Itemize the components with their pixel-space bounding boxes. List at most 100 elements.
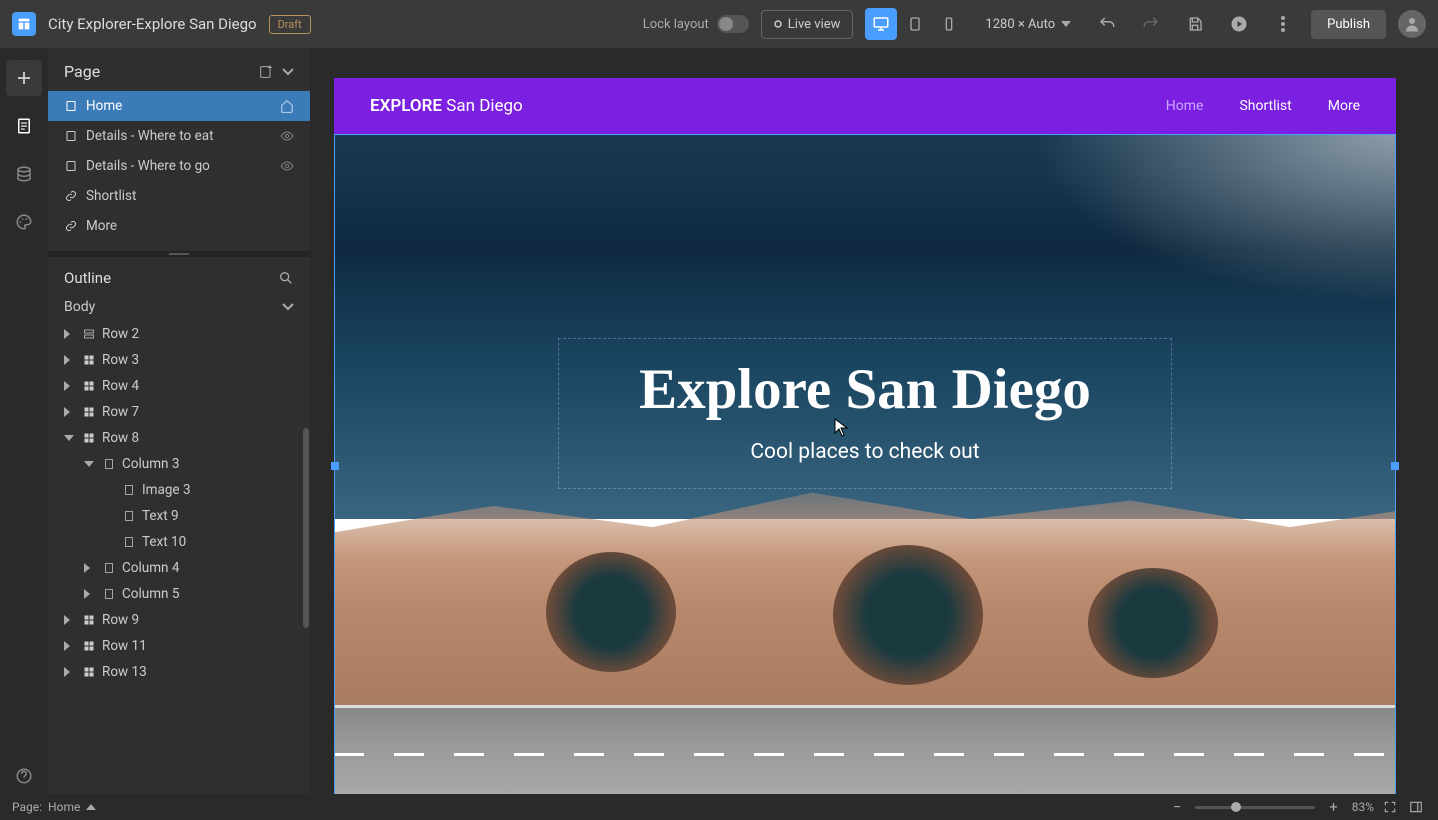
outline-item[interactable]: Row 11 bbox=[48, 633, 310, 659]
chevron-icon[interactable] bbox=[84, 461, 96, 467]
panel-divider[interactable] bbox=[48, 251, 310, 257]
lock-layout-toggle[interactable] bbox=[717, 15, 749, 33]
chevron-icon[interactable] bbox=[64, 407, 76, 417]
hero-subtitle[interactable]: Cool places to check out bbox=[639, 440, 1091, 464]
redo-icon bbox=[1142, 15, 1160, 33]
play-icon bbox=[1230, 15, 1248, 33]
outline-item-label: Row 2 bbox=[102, 326, 139, 342]
expand-icon bbox=[1383, 800, 1397, 814]
publish-button[interactable]: Publish bbox=[1311, 10, 1386, 39]
add-page-button[interactable] bbox=[258, 64, 274, 80]
col-icon bbox=[102, 562, 116, 574]
zoom-out-button[interactable]: − bbox=[1169, 798, 1186, 816]
device-mobile-button[interactable] bbox=[933, 8, 965, 40]
chevron-icon[interactable] bbox=[64, 381, 76, 391]
outline-item[interactable]: Row 4 bbox=[48, 373, 310, 399]
zoom-slider[interactable] bbox=[1195, 806, 1315, 809]
outline-item[interactable]: Column 5 bbox=[48, 581, 310, 607]
site-nav-link[interactable]: Home bbox=[1166, 98, 1204, 114]
kebab-icon bbox=[1281, 16, 1285, 32]
zoom-in-button[interactable]: + bbox=[1325, 798, 1342, 816]
outline-item[interactable]: Row 8 bbox=[48, 425, 310, 451]
chevron-icon[interactable] bbox=[64, 435, 76, 441]
page-item[interactable]: More bbox=[48, 211, 310, 241]
chevron-icon[interactable] bbox=[64, 355, 76, 365]
chevron-icon[interactable] bbox=[64, 641, 76, 651]
hero-section[interactable]: Explore San Diego Cool places to check o… bbox=[334, 134, 1396, 794]
page-item[interactable]: Home bbox=[48, 91, 310, 121]
user-avatar[interactable] bbox=[1398, 10, 1426, 38]
chevron-icon[interactable] bbox=[64, 329, 76, 339]
panel-icon bbox=[1409, 800, 1423, 814]
pages-collapse-button[interactable] bbox=[282, 68, 294, 76]
save-button[interactable] bbox=[1179, 8, 1211, 40]
site-nav-link[interactable]: More bbox=[1328, 98, 1360, 114]
page-item[interactable]: Shortlist bbox=[48, 181, 310, 211]
outline-section-title: Outline bbox=[64, 269, 111, 287]
chevron-icon[interactable] bbox=[64, 615, 76, 625]
zoom-slider-thumb[interactable] bbox=[1231, 802, 1241, 812]
more-menu-button[interactable] bbox=[1267, 8, 1299, 40]
outline-item[interactable]: Text 10 bbox=[48, 529, 310, 555]
preview-button[interactable] bbox=[1223, 8, 1255, 40]
outline-body-label: Body bbox=[64, 299, 95, 315]
hidden-icon bbox=[280, 129, 294, 143]
outline-item-label: Text 9 bbox=[142, 508, 179, 524]
outline-body-header[interactable]: Body bbox=[48, 293, 310, 321]
chevron-icon[interactable] bbox=[64, 667, 76, 677]
page-icon bbox=[64, 160, 78, 172]
search-icon bbox=[278, 270, 294, 286]
hero-content[interactable]: Explore San Diego Cool places to check o… bbox=[558, 338, 1172, 489]
add-element-button[interactable] bbox=[6, 60, 42, 96]
outline-item[interactable]: Column 3 bbox=[48, 451, 310, 477]
outline-item[interactable]: Row 3 bbox=[48, 347, 310, 373]
help-button[interactable] bbox=[6, 758, 42, 794]
pages-tab-button[interactable] bbox=[6, 108, 42, 144]
page-icon bbox=[15, 117, 33, 135]
fit-screen-button[interactable] bbox=[1380, 797, 1400, 817]
live-view-button[interactable]: Live view bbox=[761, 10, 854, 39]
page-item[interactable]: Details - Where to eat bbox=[48, 121, 310, 151]
outline-item-label: Image 3 bbox=[142, 482, 191, 498]
outline-item[interactable]: Image 3 bbox=[48, 477, 310, 503]
outline-item[interactable]: Column 4 bbox=[48, 555, 310, 581]
outline-item[interactable]: Row 2 bbox=[48, 321, 310, 347]
outline-item[interactable]: Row 9 bbox=[48, 607, 310, 633]
undo-button[interactable] bbox=[1091, 8, 1123, 40]
grid-icon bbox=[82, 432, 96, 444]
outline-scrollbar-thumb[interactable] bbox=[303, 428, 309, 628]
bottombar-page-selector[interactable]: Page: Home bbox=[12, 800, 96, 814]
link-icon bbox=[64, 190, 78, 202]
toggle-panel-button[interactable] bbox=[1406, 797, 1426, 817]
canvas-frame: EXPLORE San Diego Home Shortlist More Expl… bbox=[334, 78, 1396, 794]
canvas-area[interactable]: EXPLORE San Diego Home Shortlist More Expl… bbox=[310, 48, 1438, 794]
chevron-up-icon bbox=[86, 804, 96, 810]
page-item[interactable]: Details - Where to go bbox=[48, 151, 310, 181]
viewport-size-selector[interactable]: 1280 × Auto bbox=[977, 17, 1079, 32]
theme-tab-button[interactable] bbox=[6, 204, 42, 240]
outline-item[interactable]: Row 13 bbox=[48, 659, 310, 685]
app-logo[interactable] bbox=[12, 12, 36, 36]
bottombar-page-name: Home bbox=[48, 800, 80, 814]
mouse-cursor-icon bbox=[834, 418, 848, 438]
chevron-icon[interactable] bbox=[84, 563, 96, 573]
page-icon bbox=[64, 130, 78, 142]
chevron-down-icon bbox=[282, 68, 294, 76]
logo-icon bbox=[16, 16, 32, 32]
site-brand: EXPLORE San Diego bbox=[370, 96, 523, 116]
chevron-icon[interactable] bbox=[84, 589, 96, 599]
device-tablet-button[interactable] bbox=[899, 8, 931, 40]
outline-search-button[interactable] bbox=[278, 270, 294, 286]
data-tab-button[interactable] bbox=[6, 156, 42, 192]
device-desktop-button[interactable] bbox=[865, 8, 897, 40]
left-rail bbox=[0, 48, 48, 794]
outline-item-label: Column 5 bbox=[122, 586, 179, 602]
redo-button[interactable] bbox=[1135, 8, 1167, 40]
outline-item[interactable]: Text 9 bbox=[48, 503, 310, 529]
hero-title[interactable]: Explore San Diego bbox=[639, 357, 1091, 422]
undo-icon bbox=[1098, 15, 1116, 33]
draft-badge: Draft bbox=[269, 15, 311, 34]
site-nav-link[interactable]: Shortlist bbox=[1239, 98, 1291, 114]
device-group bbox=[865, 8, 965, 40]
outline-item[interactable]: Row 7 bbox=[48, 399, 310, 425]
